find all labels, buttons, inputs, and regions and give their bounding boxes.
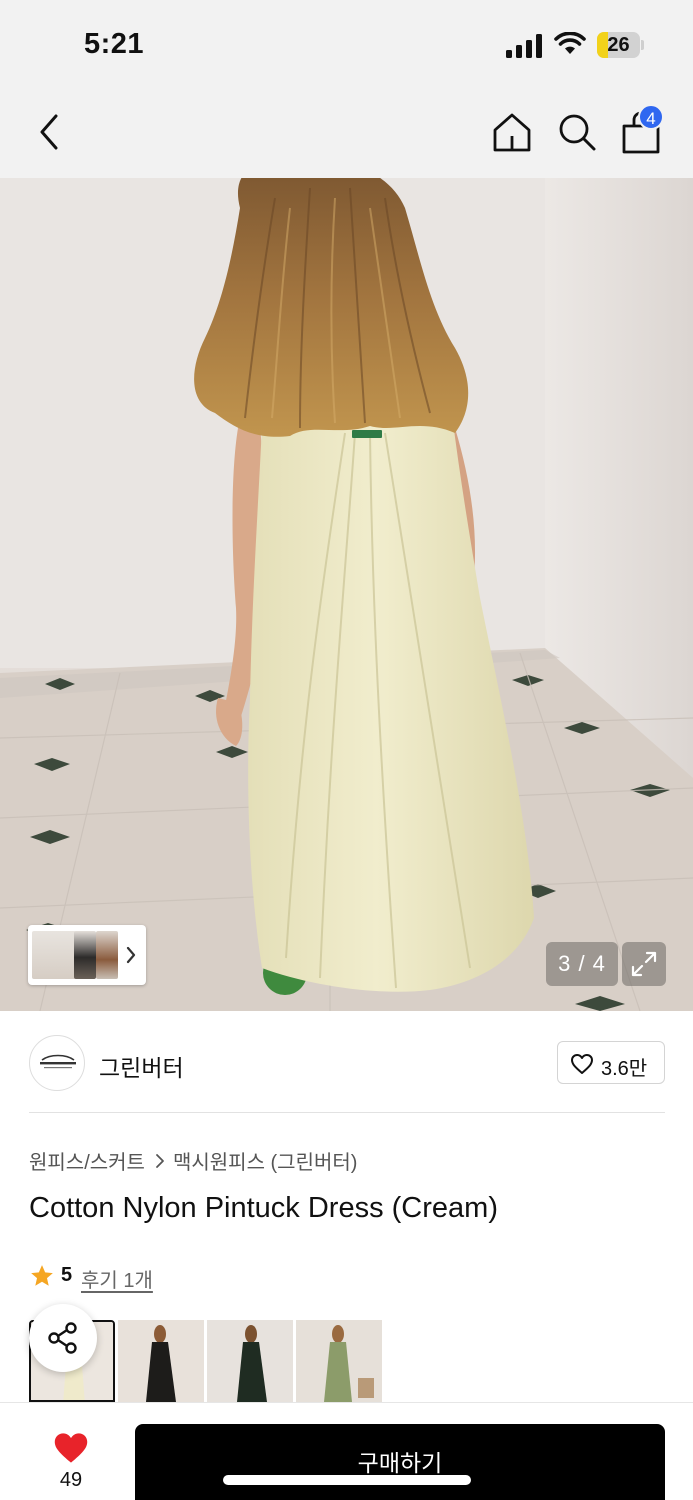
expand-button[interactable] (622, 942, 666, 986)
gallery-thumbnail[interactable] (96, 931, 118, 979)
home-icon[interactable] (490, 110, 534, 154)
gallery-thumbnail[interactable] (32, 931, 76, 979)
buy-button[interactable]: 구매하기 (135, 1424, 665, 1500)
breadcrumb-subcategory[interactable]: 맥시원피스 (그린버터) (173, 1152, 357, 1174)
wishlist-button[interactable]: 49 (40, 1427, 102, 1497)
brand-logo[interactable] (29, 1035, 85, 1091)
color-option-khaki[interactable] (296, 1320, 382, 1402)
battery-icon: 26 (597, 32, 645, 58)
gallery-thumbnail[interactable] (74, 931, 96, 979)
heart-outline-icon (571, 1054, 593, 1074)
divider (29, 1112, 665, 1113)
bottom-action-bar: 49 구매하기 (0, 1402, 693, 1500)
cart-badge: 4 (638, 104, 664, 130)
gallery-thumbnail-strip[interactable] (28, 925, 146, 985)
navigation-bar (0, 90, 693, 178)
product-title: Cotton Nylon Pintuck Dress (Cream) (29, 1192, 498, 1224)
brand-like-button[interactable]: 3.6만 (557, 1041, 665, 1084)
home-indicator (223, 1475, 471, 1485)
battery-level: 26 (607, 34, 630, 56)
wishlist-count: 49 (59, 1469, 83, 1491)
breadcrumb: 원피스/스커트 맥시원피스 (그린버터) (29, 1146, 357, 1174)
star-icon (31, 1265, 53, 1286)
brand-name[interactable]: 그린버터 (99, 1049, 184, 1083)
back-chevron-icon[interactable] (32, 110, 68, 154)
brand-logo-mark (40, 1054, 76, 1069)
status-bar: 5:21 26 (0, 0, 693, 90)
cellular-signal-icon (506, 34, 544, 58)
chevron-right-icon (156, 1153, 164, 1168)
gallery-counter: 3 / 4 (546, 942, 618, 986)
breadcrumb-category[interactable]: 원피스/스커트 (29, 1152, 145, 1174)
wifi-icon (554, 32, 586, 54)
brand-row[interactable]: 그린버터 3.6만 (0, 1011, 693, 1113)
share-icon (48, 1322, 77, 1354)
search-icon[interactable] (555, 110, 599, 154)
color-option-black[interactable] (118, 1320, 204, 1402)
product-photo (0, 178, 693, 1011)
share-button[interactable] (29, 1304, 97, 1372)
reviews-link[interactable]: 후기 1개 (81, 1264, 153, 1293)
brand-like-count: 3.6만 (601, 1058, 648, 1080)
expand-icon (631, 951, 657, 977)
color-option-dark-green[interactable] (207, 1320, 293, 1402)
product-image-gallery[interactable]: 3 / 4 (0, 178, 693, 1011)
heart-filled-icon (54, 1433, 88, 1463)
status-time: 5:21 (84, 28, 145, 60)
color-options (29, 1320, 669, 1402)
rating-score: 5 (61, 1264, 73, 1286)
chevron-right-icon (126, 946, 136, 964)
